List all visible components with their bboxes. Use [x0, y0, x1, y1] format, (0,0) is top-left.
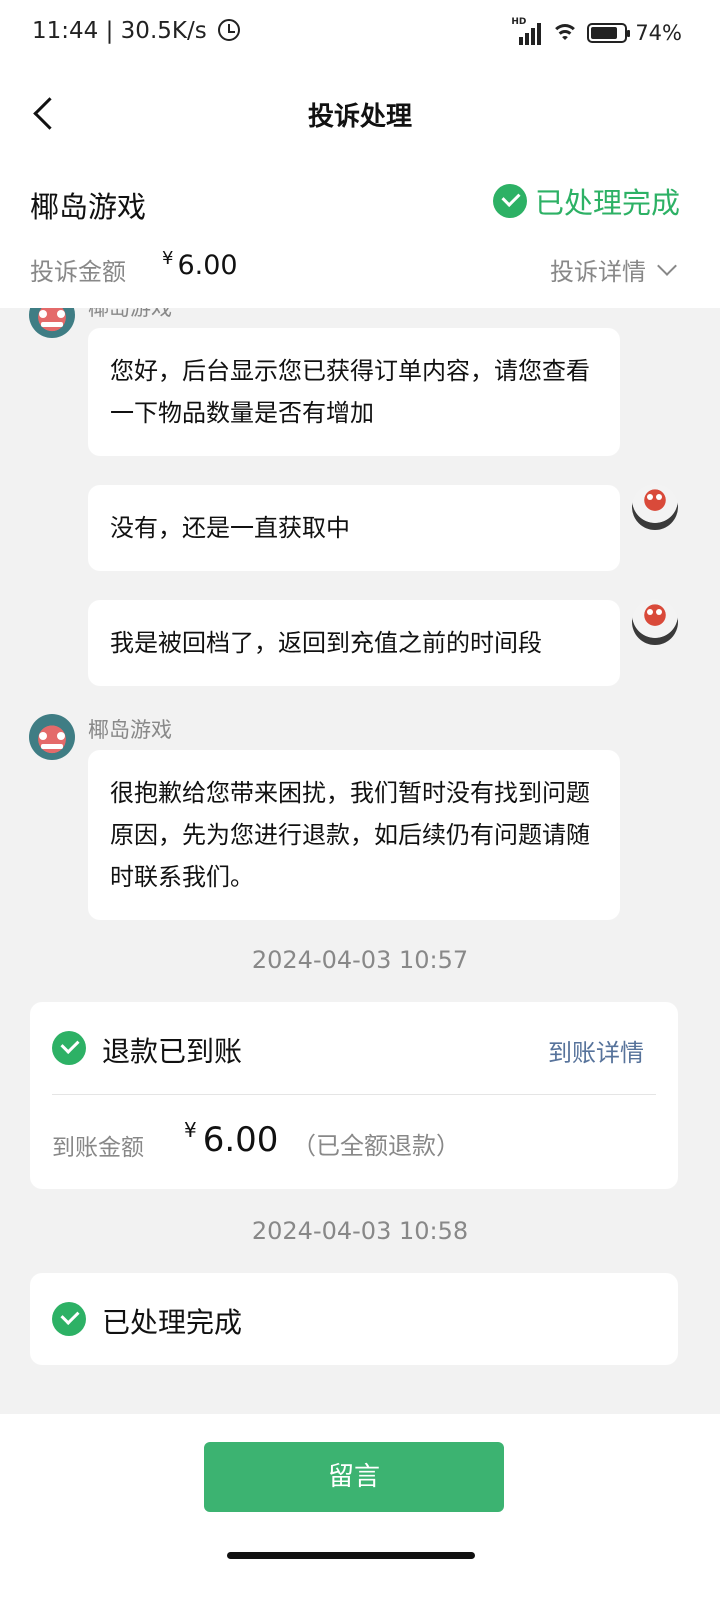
- status-bar: 11:44 | 30.5K/s HD 74%: [0, 0, 720, 68]
- detail-link-label: 投诉详情: [550, 258, 646, 286]
- user-avatar: [632, 484, 678, 530]
- message-bubble: 没有，还是一直获取中: [88, 485, 620, 571]
- complaint-summary: 椰岛游戏 已处理完成 投诉金额 ¥6.00 投诉详情: [0, 160, 720, 308]
- check-circle-icon: [52, 1302, 86, 1336]
- completed-title: 已处理完成: [102, 1306, 243, 1339]
- message-bubble: 很抱歉给您带来困扰，我们暂时没有找到问题原因，先为您进行退款，如后续仍有问题请随…: [88, 750, 620, 920]
- complaint-detail-toggle[interactable]: 投诉详情: [550, 252, 677, 287]
- merchant-name: 椰岛游戏: [30, 190, 147, 224]
- amount-label: 投诉金额: [30, 258, 126, 286]
- battery-icon: [587, 23, 631, 43]
- refund-amount-number: 6.00: [202, 1120, 279, 1160]
- merchant-avatar: [29, 308, 75, 338]
- wifi-icon: [551, 22, 580, 44]
- refund-detail-link[interactable]: 到账详情: [548, 1033, 644, 1068]
- refund-note: （已全额退款）: [292, 1132, 460, 1160]
- chevron-down-icon: [657, 255, 677, 276]
- check-circle-icon: [492, 184, 527, 218]
- refund-amount-label: 到账金额: [52, 1135, 144, 1161]
- amount-value: ¥6.00: [162, 248, 238, 281]
- amount-number: 6.00: [177, 250, 238, 281]
- sender-name: 椰岛游戏: [88, 308, 172, 320]
- status-badge: 已处理完成: [492, 180, 680, 222]
- page-title: 投诉处理: [307, 102, 412, 132]
- user-avatar: [632, 599, 678, 645]
- refund-title: 退款已到账: [102, 1035, 243, 1068]
- bottom-bar: 留言: [0, 1414, 720, 1600]
- timestamp: 2024-04-03 10:58: [251, 1217, 469, 1245]
- status-time: 11:44 | 30.5K/s: [32, 18, 241, 44]
- divider: [52, 1094, 656, 1095]
- currency-symbol: ¥: [162, 248, 174, 269]
- battery-percent: 74%: [635, 21, 682, 45]
- refund-card: 退款已到账 到账详情 到账金额 ¥6.00 （已全额退款）: [30, 1002, 678, 1189]
- home-indicator[interactable]: [227, 1552, 475, 1559]
- sender-name: 椰岛游戏: [88, 718, 172, 742]
- refund-amount: ¥6.00: [184, 1118, 278, 1160]
- check-circle-icon: [52, 1031, 86, 1065]
- timestamp: 2024-04-03 10:57: [251, 946, 469, 974]
- signal-icon: HD: [511, 17, 543, 45]
- net-speed: 30.5K/s: [120, 18, 207, 44]
- nav-bar: 投诉处理: [0, 68, 720, 160]
- status-text: 已处理完成: [534, 186, 680, 220]
- merchant-avatar: [29, 714, 75, 760]
- completed-card: 已处理完成: [30, 1273, 678, 1365]
- leave-message-button[interactable]: 留言: [204, 1442, 504, 1512]
- message-bubble: 我是被回档了，返回到充值之前的时间段: [88, 600, 620, 686]
- network-type: HD: [511, 17, 527, 27]
- currency-symbol: ¥: [184, 1118, 197, 1142]
- status-icons: HD 74%: [511, 17, 682, 46]
- message-bubble: 您好，后台显示您已获得订单内容，请您查看一下物品数量是否有增加: [88, 328, 620, 456]
- chat-history[interactable]: 椰岛游戏 您好，后台显示您已获得订单内容，请您查看一下物品数量是否有增加 没有，…: [0, 308, 720, 1414]
- clock-text: 11:44: [32, 18, 99, 44]
- alarm-icon: [218, 19, 241, 41]
